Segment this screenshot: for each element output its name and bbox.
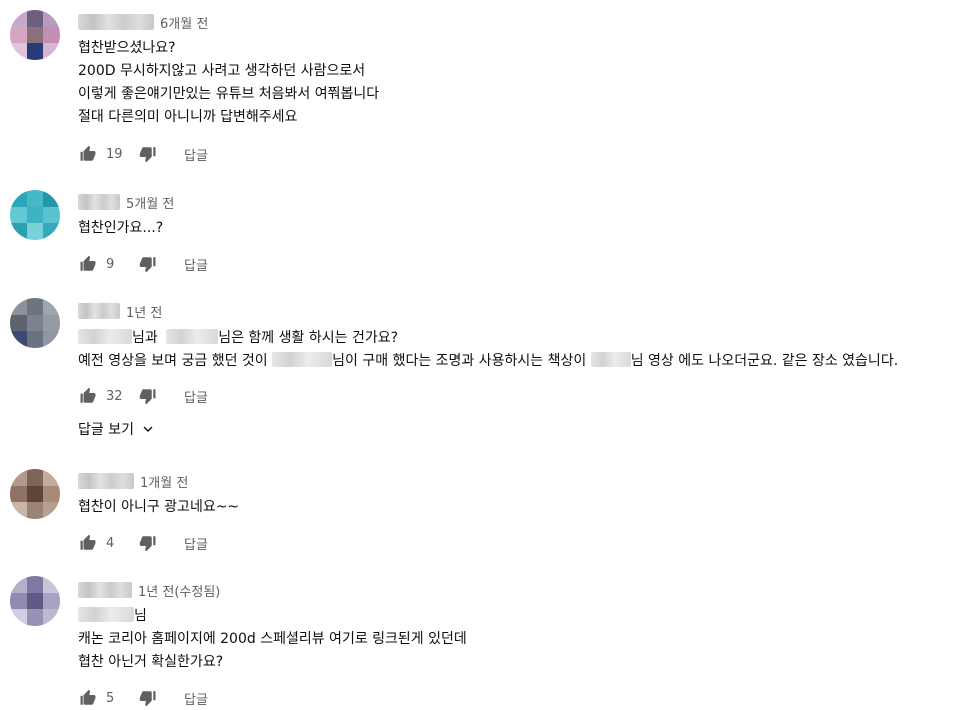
comment-text: 협찬이 아니구 광고네요~~ <box>78 496 239 519</box>
like-button[interactable] <box>78 254 98 274</box>
comment-header: 1년 전(수정됨) <box>78 580 220 600</box>
comment-line: 협찬받으셨나요? <box>78 40 176 56</box>
comment-line: 이렇게 좋은얘기만있는 유튜브 처음봐서 여쭤봅니다 <box>78 86 380 102</box>
comment-fragment: 예전 영상을 보며 궁금 했던 것이 <box>78 353 268 369</box>
author-name[interactable] <box>78 473 134 489</box>
comment-line: 협찬이 아니구 광고네요~~ <box>78 499 240 515</box>
comment-header: 6개월 전 <box>78 12 208 32</box>
dislike-button[interactable] <box>138 386 158 406</box>
redacted-name <box>590 352 631 367</box>
view-replies-label: 답글 보기 <box>78 422 134 438</box>
thumbs-up-icon <box>80 689 96 705</box>
thumbs-up-icon <box>80 145 96 161</box>
avatar[interactable] <box>10 10 60 60</box>
redacted-name <box>166 329 219 344</box>
comment-actions: 19 답글 <box>78 142 208 166</box>
comment-time[interactable]: 1년 전 <box>126 302 162 321</box>
dislike-button[interactable] <box>138 254 158 274</box>
comment-line: 캐논 코리아 홈페이지에 200d 스페셜리뷰 여기로 링크된게 있던데 <box>78 631 467 647</box>
like-count: 19 <box>106 146 123 162</box>
like-count: 9 <box>106 256 115 272</box>
comment-text: 협찬인가요...? <box>78 217 163 240</box>
like-count: 32 <box>106 388 123 404</box>
reply-button[interactable]: 답글 <box>184 255 208 274</box>
author-name[interactable] <box>78 303 120 319</box>
comment-header: 5개월 전 <box>78 192 174 212</box>
avatar[interactable] <box>10 190 60 240</box>
redacted-name <box>272 352 333 367</box>
comment-time[interactable]: 1개월 전 <box>140 472 188 491</box>
comment-time[interactable]: 6개월 전 <box>160 13 208 32</box>
thumbs-down-icon <box>139 389 156 405</box>
redacted-name <box>78 607 134 622</box>
reply-button[interactable]: 답글 <box>184 145 208 164</box>
thumbs-down-icon <box>139 147 156 163</box>
thumbs-up-icon <box>80 534 96 550</box>
dislike-button[interactable] <box>138 688 158 708</box>
like-count: 4 <box>106 535 115 551</box>
comment-header: 1년 전 <box>78 301 162 321</box>
author-name[interactable] <box>78 582 132 598</box>
comment-text: 님 캐논 코리아 홈페이지에 200d 스페셜리뷰 여기로 링크된게 있던데 협… <box>78 605 467 674</box>
comment-fragment: 님이 구매 했다는 조명과 사용하시는 책상이 <box>332 353 587 369</box>
comment-header: 1개월 전 <box>78 471 188 491</box>
comment-actions: 32 답글 <box>78 384 208 408</box>
comment-line: 협찬 아닌거 확실한가요? <box>78 654 224 670</box>
avatar[interactable] <box>10 576 60 626</box>
thumbs-up-icon <box>80 255 96 271</box>
comment-text: 님과 님은 함께 생활 하시는 건가요? 예전 영상을 보며 궁금 했던 것이 … <box>78 327 898 373</box>
comment-line: 협찬인가요...? <box>78 220 164 236</box>
avatar[interactable] <box>10 298 60 348</box>
comment-text: 협찬받으셨나요? 200D 무시하지않고 사려고 생각하던 사람으로서 이렇게 … <box>78 37 379 129</box>
thumbs-down-icon <box>139 691 156 707</box>
like-button[interactable] <box>78 386 98 406</box>
reply-button[interactable]: 답글 <box>184 534 208 553</box>
comment-fragment: 님은 함께 생활 하시는 건가요? <box>218 330 399 346</box>
comment-fragment: 님 <box>134 608 147 624</box>
comment-line: 예전 영상을 보며 궁금 했던 것이 님이 구매 했다는 조명과 사용하시는 책… <box>78 350 898 373</box>
thumbs-down-icon <box>139 257 156 273</box>
thumbs-down-icon <box>139 536 156 552</box>
comment-line: 님과 님은 함께 생활 하시는 건가요? <box>78 327 898 350</box>
view-replies-button[interactable]: 답글 보기 <box>78 417 156 441</box>
comment-actions: 5 답글 <box>78 686 208 710</box>
comment-line: 200D 무시하지않고 사려고 생각하던 사람으로서 <box>78 63 366 79</box>
reply-button[interactable]: 답글 <box>184 387 208 406</box>
comment-fragment: 님 영상 에도 나오더군요. 같은 장소 였습니다. <box>630 353 899 369</box>
comment-fragment: 님과 <box>132 330 158 346</box>
reply-button[interactable]: 답글 <box>184 689 208 708</box>
like-button[interactable] <box>78 533 98 553</box>
comment-time[interactable]: 1년 전(수정됨) <box>138 581 220 600</box>
thumbs-up-icon <box>80 387 96 403</box>
comment-actions: 4 답글 <box>78 531 208 555</box>
comment-line: 님 <box>78 605 467 628</box>
redacted-name <box>78 329 132 344</box>
dislike-button[interactable] <box>138 144 158 164</box>
comment-actions: 9 답글 <box>78 252 208 276</box>
like-button[interactable] <box>78 688 98 708</box>
dislike-button[interactable] <box>138 533 158 553</box>
like-button[interactable] <box>78 144 98 164</box>
avatar[interactable] <box>10 469 60 519</box>
chevron-down-icon <box>143 426 153 432</box>
like-count: 5 <box>106 690 115 706</box>
author-name[interactable] <box>78 14 154 30</box>
comment-line: 절대 다른의미 아니니까 답변해주세요 <box>78 109 298 125</box>
comment-time[interactable]: 5개월 전 <box>126 193 174 212</box>
author-name[interactable] <box>78 194 120 210</box>
